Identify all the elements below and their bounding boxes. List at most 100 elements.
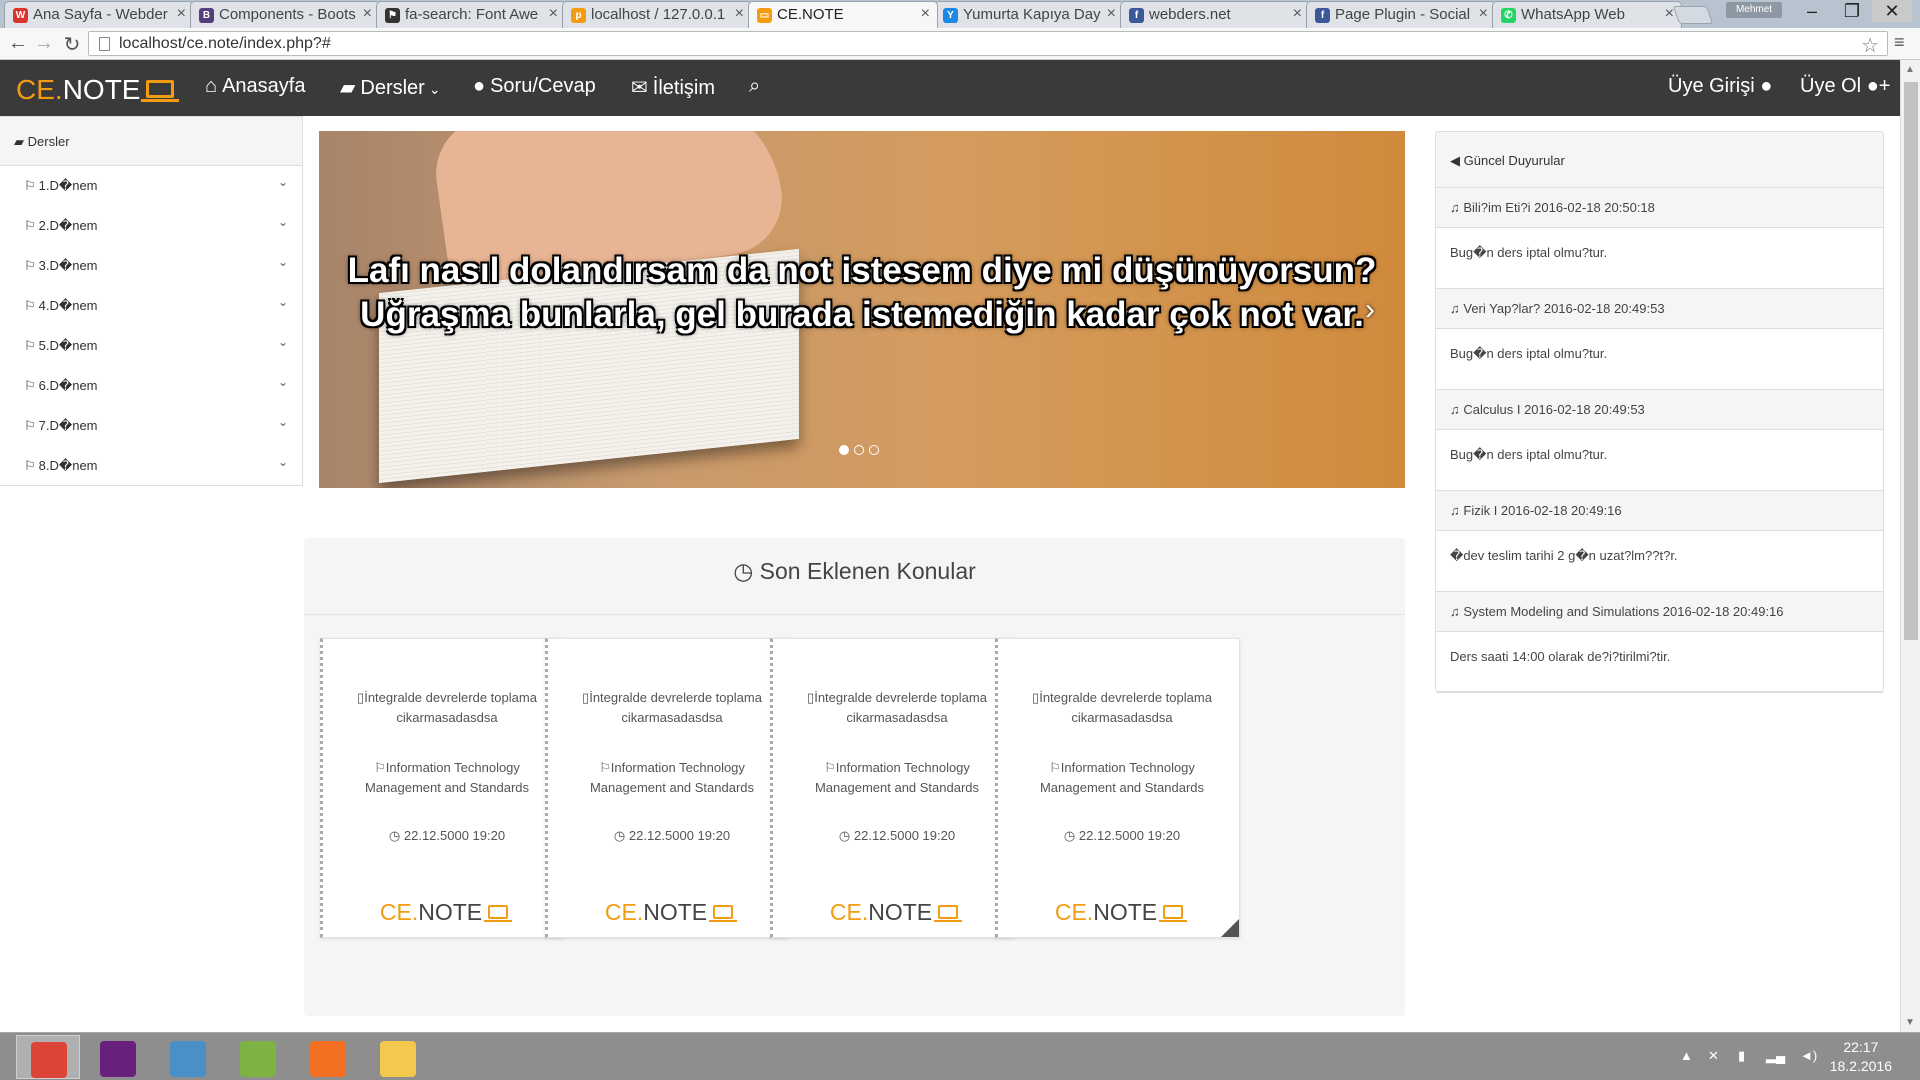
topic-card[interactable]: ▯İntegralde devrelerde toplama cikarmasa… <box>545 638 790 938</box>
announcement-title-text: Fizik I 2016-02-18 20:49:16 <box>1463 503 1622 518</box>
carousel-indicator-2[interactable] <box>854 445 864 455</box>
tab-favicon-icon: ▭ <box>757 8 772 23</box>
register-link[interactable]: Üye Ol ●+ <box>1800 75 1890 98</box>
topic-date: ◷ 22.12.5000 19:20 <box>1018 828 1226 844</box>
browser-tab-7[interactable]: f Page Plugin - Social × <box>1306 1 1496 28</box>
latest-topics-title: Son Eklenen Konular <box>759 558 976 584</box>
tab-close-icon[interactable]: × <box>1479 5 1488 23</box>
announcement-body: �dev teslim tarihi 2 g�n uzat?lm??t?r. <box>1436 531 1883 592</box>
topic-card[interactable]: ▯İntegralde devrelerde toplama cikarmasa… <box>320 638 565 938</box>
system-clock[interactable]: 22:17 18.2.2016 <box>1830 1038 1892 1076</box>
new-tab-button[interactable] <box>1672 6 1714 24</box>
carousel-indicator-1[interactable] <box>839 445 849 455</box>
topic-title[interactable]: ▯İntegralde devrelerde toplama cikarmasa… <box>343 688 551 728</box>
back-arrow-icon[interactable]: ← <box>6 32 30 55</box>
topic-card[interactable]: ▯İntegralde devrelerde toplama cikarmasa… <box>770 638 1015 938</box>
topic-title[interactable]: ▯İntegralde devrelerde toplama cikarmasa… <box>793 688 1001 728</box>
announcement-title-text: Bili?im Eti?i 2016-02-18 20:50:18 <box>1463 200 1655 215</box>
nav-soru-cevap[interactable]: ● Soru/Cevap <box>473 75 596 98</box>
scrollbar-thumb[interactable] <box>1904 82 1918 640</box>
maximize-button[interactable]: ❐ <box>1832 0 1872 22</box>
topic-course[interactable]: ⚐Information Technology Management and S… <box>568 758 776 798</box>
browser-tab-6[interactable]: f webders.net × <box>1120 1 1310 28</box>
carousel-indicator-3[interactable] <box>869 445 879 455</box>
announcement-title-text: Veri Yap?lar? 2016-02-18 20:49:53 <box>1463 301 1665 316</box>
register-label: Üye Ol <box>1800 75 1862 97</box>
tab-close-icon[interactable]: × <box>1293 5 1302 23</box>
announcement-item: ♫ Calculus I 2016-02-18 20:49:53 Bug�n de… <box>1436 390 1883 491</box>
topic-course[interactable]: ⚐Information Technology Management and S… <box>1018 758 1226 798</box>
page-scrollbar[interactable]: ▲ ▼ <box>1900 60 1920 1032</box>
topic-title-text: İntegralde devrelerde toplama cikarmasad… <box>814 690 987 725</box>
sidebar-item-donem-6[interactable]: ⚐ 6.D�nem ⌄ <box>0 366 302 406</box>
tab-close-icon[interactable]: × <box>735 5 744 23</box>
browser-tab-2[interactable]: ⚑ fa-search: Font Awe × <box>376 1 566 28</box>
minimize-button[interactable]: – <box>1792 0 1832 22</box>
announcement-body: Bug�n ders iptal olmu?tur. <box>1436 329 1883 390</box>
nav-dersler[interactable]: ▰ Dersler ⌄ <box>340 75 441 100</box>
announcement-item: ♫ System Modeling and Simulations 2016-0… <box>1436 592 1883 693</box>
tab-close-icon[interactable]: × <box>1107 5 1116 23</box>
sidebar-item-donem-1[interactable]: ⚐ 1.D�nem ⌄ <box>0 166 302 206</box>
sidebar-item-donem-4[interactable]: ⚐ 4.D�nem ⌄ <box>0 286 302 326</box>
clock-icon: ◷ <box>838 828 851 843</box>
reload-icon[interactable]: ↻ <box>60 32 84 57</box>
chrome-taskbar-icon[interactable] <box>16 1035 80 1079</box>
visual-studio-taskbar-icon[interactable] <box>86 1035 150 1079</box>
signal-icon[interactable]: ▂▄ <box>1766 1048 1785 1064</box>
browser-tab-5[interactable]: Y Yumurta Kapıya Day × <box>934 1 1124 28</box>
tab-close-icon[interactable]: × <box>921 5 930 23</box>
sidebar-item-donem-8[interactable]: ⚐ 8.D�nem ⌄ <box>0 446 302 486</box>
announcement-title: ♫ Calculus I 2016-02-18 20:49:53 <box>1436 390 1883 430</box>
courses-sidebar: ▰ Dersler ⚐ 1.D�nem ⌄ ⚐ 2.D�nem ⌄ ⚐ 3.D�nem ⌄ ⚐ 4.… <box>0 116 303 486</box>
tray-up-arrow-icon[interactable]: ▲ <box>1680 1048 1693 1063</box>
forward-arrow-icon[interactable]: → <box>32 32 56 55</box>
scroll-down-icon[interactable]: ▼ <box>1905 1017 1915 1028</box>
close-window-button[interactable]: ✕ <box>1872 0 1912 22</box>
login-link[interactable]: Üye Girişi ● <box>1668 75 1772 98</box>
topic-card[interactable]: ▯İntegralde devrelerde toplama cikarmasa… <box>995 638 1240 938</box>
sidebar-item-donem-2[interactable]: ⚐ 2.D�nem ⌄ <box>0 206 302 246</box>
card-brand-note: NOTE <box>418 899 483 925</box>
browser-tab-1[interactable]: B Components - Boots × <box>190 1 380 28</box>
page-fold-corner <box>1221 919 1239 937</box>
scroll-up-icon[interactable]: ▲ <box>1905 64 1915 75</box>
announcement-title-text: System Modeling and Simulations 2016-02-… <box>1463 604 1784 619</box>
carousel-next-icon[interactable]: › <box>1365 293 1375 327</box>
nav-anasayfa[interactable]: ⌂ Anasayfa <box>205 75 305 98</box>
browser-tab-3[interactable]: p localhost / 127.0.0.1 × <box>562 1 752 28</box>
tab-close-icon[interactable]: × <box>177 5 186 23</box>
site-brand[interactable]: CE.NOTE <box>16 74 180 106</box>
browser-tab-0[interactable]: W Ana Sayfa - Webder × <box>4 1 194 28</box>
topic-title[interactable]: ▯İntegralde devrelerde toplama cikarmasa… <box>1018 688 1226 728</box>
chrome-menu-icon[interactable]: ≡ <box>1894 32 1905 53</box>
sidebar-item-donem-3[interactable]: ⚐ 3.D�nem ⌄ <box>0 246 302 286</box>
virtualbox-taskbar-icon[interactable] <box>156 1035 220 1079</box>
nav-iletisim[interactable]: ✉ İletişim <box>631 75 715 100</box>
tab-close-icon[interactable]: × <box>363 5 372 23</box>
network-error-icon[interactable]: ✕ <box>1708 1048 1719 1064</box>
tab-close-icon[interactable]: × <box>549 5 558 23</box>
search-button[interactable]: ⌕ <box>749 75 760 98</box>
hero-carousel[interactable]: Lafı nasıl dolandırsam da not istesem di… <box>319 131 1405 488</box>
profile-button[interactable]: Mehmet <box>1726 2 1782 18</box>
bookmark-star-icon[interactable]: ☆ <box>1861 33 1879 58</box>
notepad-taskbar-icon[interactable] <box>226 1035 290 1079</box>
sidebar-item-donem-5[interactable]: ⚐ 5.D�nem ⌄ <box>0 326 302 366</box>
xampp-taskbar-icon[interactable] <box>296 1035 360 1079</box>
battery-icon[interactable]: ▮ <box>1738 1048 1745 1064</box>
file-explorer-taskbar-icon[interactable] <box>366 1035 430 1079</box>
topic-course[interactable]: ⚐Information Technology Management and S… <box>343 758 551 798</box>
browser-tab-4[interactable]: ▭ CE.NOTE × <box>748 1 938 28</box>
address-bar[interactable]: localhost/ce.note/index.php?# ☆ <box>88 31 1888 58</box>
topic-title[interactable]: ▯İntegralde devrelerde toplama cikarmasa… <box>568 688 776 728</box>
topic-course[interactable]: ⚐Information Technology Management and S… <box>793 758 1001 798</box>
user-plus-icon: ●+ <box>1866 75 1891 97</box>
card-brand-ce: CE. <box>604 899 644 925</box>
laptop-icon <box>934 905 963 922</box>
browser-tab-8[interactable]: ✆ WhatsApp Web × <box>1492 1 1682 28</box>
bookmark-icon: ⚐ <box>1049 760 1061 775</box>
sidebar-item-donem-7[interactable]: ⚐ 7.D�nem ⌄ <box>0 406 302 446</box>
bullhorn-icon: ◀ <box>1450 153 1460 168</box>
volume-icon[interactable]: ◄) <box>1800 1048 1817 1063</box>
